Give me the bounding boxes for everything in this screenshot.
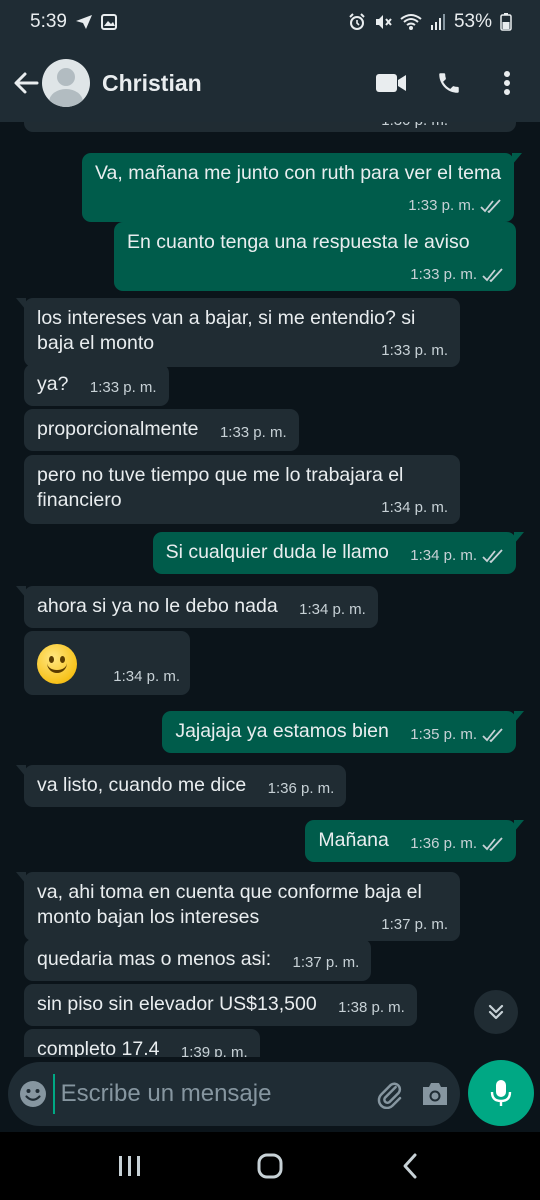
message-text: ya? bbox=[37, 373, 69, 395]
slightly-smiling-face-icon bbox=[37, 644, 77, 684]
message-input[interactable] bbox=[52, 1074, 371, 1114]
read-ticks-icon bbox=[482, 548, 504, 563]
chevron-double-down-icon bbox=[488, 1004, 504, 1020]
message-text: completo 17.4 bbox=[37, 1038, 160, 1057]
back-arrow-icon[interactable] bbox=[6, 63, 46, 103]
attach-icon[interactable] bbox=[371, 1070, 410, 1118]
message-text: quedaria mas o menos asi: bbox=[37, 948, 272, 970]
message-bubble-outgoing[interactable]: Mañana 1:36 p. m. bbox=[305, 820, 524, 862]
avatar[interactable] bbox=[42, 59, 90, 107]
message-bubble-partial[interactable]: 1:30 p. m. bbox=[24, 122, 516, 132]
message-bubble-incoming[interactable]: sin piso sin elevador US$13,500 1:38 p. … bbox=[24, 984, 417, 1026]
message-time: 1:34 p. m. bbox=[113, 668, 180, 685]
contact-name[interactable]: Christian bbox=[102, 70, 366, 97]
message-time: 1:38 p. m. bbox=[338, 999, 405, 1016]
message-bubble-incoming[interactable]: ya? 1:33 p. m. bbox=[24, 364, 169, 406]
signal-icon bbox=[430, 13, 446, 31]
status-time: 5:39 bbox=[30, 11, 67, 32]
alarm-icon bbox=[348, 13, 366, 31]
gallery-icon bbox=[100, 14, 117, 30]
message-text: va listo, cuando me dice bbox=[37, 774, 247, 796]
mute-icon bbox=[374, 13, 392, 31]
message-time: 1:33 p. m. bbox=[381, 342, 448, 359]
message-text: Mañana bbox=[318, 829, 389, 851]
read-ticks-icon bbox=[482, 267, 504, 282]
emoji-icon[interactable] bbox=[14, 1070, 53, 1118]
message-text: sin piso sin elevador US$13,500 bbox=[37, 993, 317, 1015]
message-text: ahora si ya no le debo nada bbox=[37, 595, 278, 617]
message-input-container bbox=[8, 1062, 460, 1126]
message-time: 1:34 p. m. bbox=[410, 547, 477, 564]
message-time: 1:33 p. m. bbox=[410, 266, 477, 283]
message-text: Jajajaja ya estamos bien bbox=[175, 720, 389, 742]
message-time: 1:36 p. m. bbox=[267, 780, 335, 797]
read-ticks-icon bbox=[480, 198, 502, 213]
message-time: 1:30 p. m. bbox=[381, 122, 448, 133]
read-ticks-icon bbox=[482, 727, 504, 742]
camera-icon[interactable] bbox=[415, 1070, 454, 1118]
scroll-to-bottom-button[interactable] bbox=[474, 990, 518, 1034]
message-bubble-incoming[interactable]: 1:34 p. m. bbox=[24, 631, 190, 695]
message-bubble-outgoing[interactable]: Jajajaja ya estamos bien 1:35 p. m. bbox=[162, 711, 524, 753]
back-icon[interactable] bbox=[380, 1136, 440, 1196]
message-bubble-incoming[interactable]: ahora si ya no le debo nada 1:34 p. m. bbox=[16, 586, 378, 628]
message-list[interactable]: 1:30 p. m. Va, mañana me junto con ruth … bbox=[0, 122, 540, 1057]
message-text: Si cualquier duda le llamo bbox=[165, 541, 389, 563]
wifi-icon bbox=[400, 13, 422, 31]
message-meta: 1:36 p. m. bbox=[410, 831, 504, 856]
composer bbox=[0, 1060, 540, 1132]
message-time: 1:33 p. m. bbox=[219, 424, 287, 441]
send-icon bbox=[75, 14, 93, 30]
message-text: pero no tuve tiempo que me lo trabajara … bbox=[37, 464, 404, 511]
message-time: 1:33 p. m. bbox=[408, 197, 475, 214]
video-call-icon[interactable] bbox=[366, 58, 416, 108]
message-bubble-incoming-partial[interactable]: completo 17.4 1:39 p. m. bbox=[24, 1029, 260, 1057]
status-bar: 5:39 53% bbox=[0, 0, 540, 44]
message-time: 1:33 p. m. bbox=[89, 379, 157, 396]
message-meta: 1:34 p. m. bbox=[410, 543, 504, 568]
message-text: los intereses van a bajar, si me entendi… bbox=[37, 307, 416, 354]
message-bubble-incoming[interactable]: proporcionalmente 1:33 p. m. bbox=[24, 409, 299, 451]
message-bubble-incoming[interactable]: los intereses van a bajar, si me entendi… bbox=[16, 298, 460, 367]
chat-header: Christian bbox=[0, 44, 540, 122]
system-nav-bar bbox=[0, 1132, 540, 1200]
message-text: va, ahi toma en cuenta que conforme baja… bbox=[37, 881, 422, 928]
message-meta: 1:35 p. m. bbox=[410, 722, 504, 747]
message-meta: 1:33 p. m. bbox=[410, 262, 504, 287]
read-ticks-icon bbox=[482, 836, 504, 851]
message-bubble-incoming[interactable]: quedaria mas o menos asi: 1:37 p. m. bbox=[24, 939, 372, 981]
recents-icon[interactable] bbox=[100, 1136, 160, 1196]
mic-icon bbox=[490, 1080, 512, 1106]
message-bubble-incoming[interactable]: pero no tuve tiempo que me lo trabajara … bbox=[24, 455, 460, 524]
more-vert-icon[interactable] bbox=[482, 58, 532, 108]
message-bubble-outgoing[interactable]: Va, mañana me junto con ruth para ver el… bbox=[82, 153, 522, 222]
battery-percent: 53% bbox=[453, 11, 492, 32]
message-time: 1:37 p. m. bbox=[292, 954, 360, 971]
message-time: 1:35 p. m. bbox=[410, 726, 477, 743]
battery-icon bbox=[500, 13, 512, 31]
message-time: 1:34 p. m. bbox=[381, 499, 448, 516]
message-bubble-incoming[interactable]: va, ahi toma en cuenta que conforme baja… bbox=[16, 872, 460, 941]
phone-icon[interactable] bbox=[424, 58, 474, 108]
message-time: 1:39 p. m. bbox=[180, 1044, 248, 1057]
message-time: 1:36 p. m. bbox=[410, 835, 477, 852]
whatsapp-chat-screen: 5:39 53% Christian Va, mañana me junto c… bbox=[0, 0, 540, 1200]
mic-button[interactable] bbox=[468, 1060, 534, 1126]
message-bubble-outgoing[interactable]: En cuanto tenga una respuesta le aviso 1… bbox=[114, 222, 516, 291]
message-bubble-outgoing[interactable]: Si cualquier duda le llamo 1:34 p. m. bbox=[152, 532, 525, 574]
message-text: proporcionalmente bbox=[37, 418, 199, 440]
home-icon[interactable] bbox=[240, 1136, 300, 1196]
message-meta: 1:33 p. m. bbox=[408, 193, 502, 218]
message-time: 1:34 p. m. bbox=[299, 601, 366, 618]
message-text: En cuanto tenga una respuesta le aviso bbox=[127, 231, 470, 253]
message-bubble-incoming[interactable]: va listo, cuando me dice 1:36 p. m. bbox=[15, 765, 347, 807]
message-time: 1:37 p. m. bbox=[381, 916, 448, 933]
message-text: Va, mañana me junto con ruth para ver el… bbox=[95, 162, 502, 184]
